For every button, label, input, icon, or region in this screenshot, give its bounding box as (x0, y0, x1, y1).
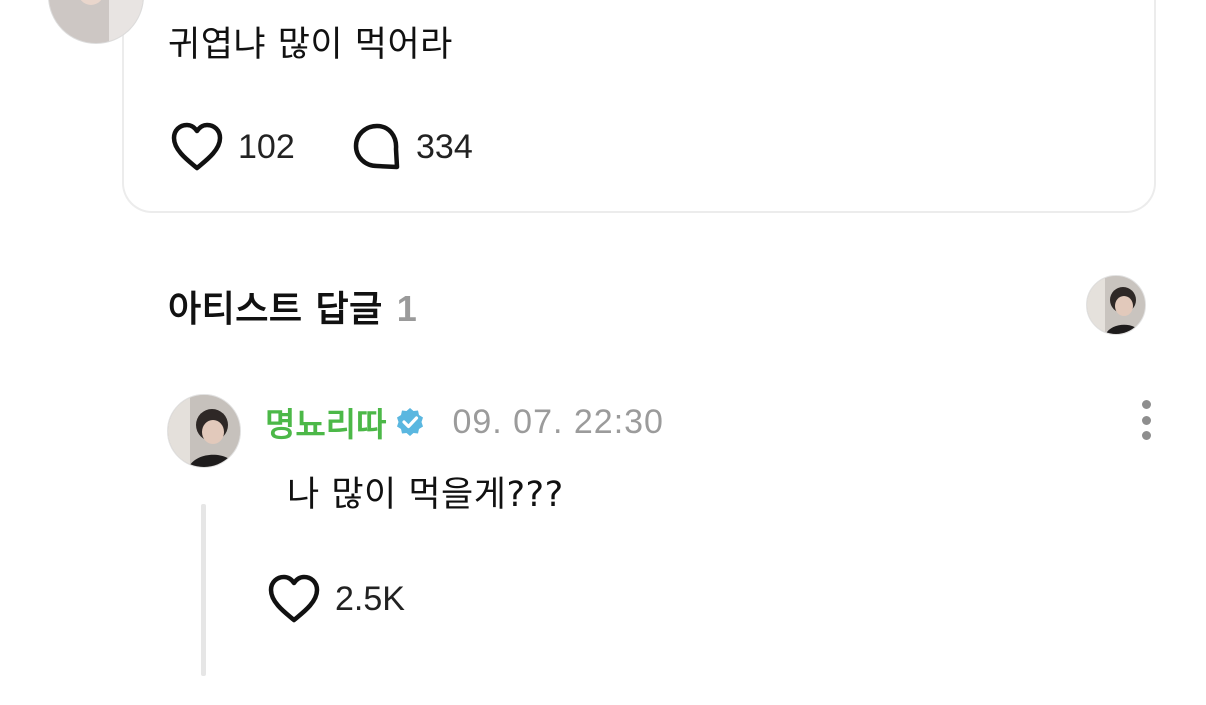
reply-timestamp: 09. 07. 22:30 (452, 402, 664, 441)
artist-avatar[interactable] (1086, 275, 1146, 335)
reply-author-name[interactable]: 명뇨리따 (265, 398, 386, 446)
verified-badge-icon (397, 408, 424, 436)
post-like-count: 102 (238, 127, 295, 166)
more-dot (1141, 415, 1151, 425)
thread-line (201, 504, 206, 676)
more-dot (1141, 431, 1151, 440)
reply-like-count: 2.5K (335, 579, 405, 618)
artist-reply-count: 1 (396, 288, 417, 329)
heart-icon (171, 122, 223, 171)
comment-bubble-icon (353, 123, 400, 170)
more-dot (1141, 400, 1151, 409)
reply-author-avatar[interactable] (167, 394, 241, 468)
reply-text: 나 많이 먹을게??? (287, 475, 564, 515)
reply-like-button[interactable]: 2.5K (267, 574, 405, 624)
artist-reply-title: 아티스트 답글 (168, 289, 383, 330)
more-options-icon[interactable] (1136, 400, 1156, 440)
post-comment-count: 334 (416, 127, 473, 166)
heart-icon (268, 574, 320, 623)
post-comment-button[interactable]: 334 (352, 122, 473, 172)
artist-reply-header: 아티스트 답글 1 (168, 280, 417, 332)
post-like-button[interactable]: 102 (170, 122, 295, 172)
post-text: 귀엽냐 많이 먹어라 (168, 25, 453, 65)
reply-meta: 명뇨리따 09. 07. 22:30 (265, 398, 664, 446)
